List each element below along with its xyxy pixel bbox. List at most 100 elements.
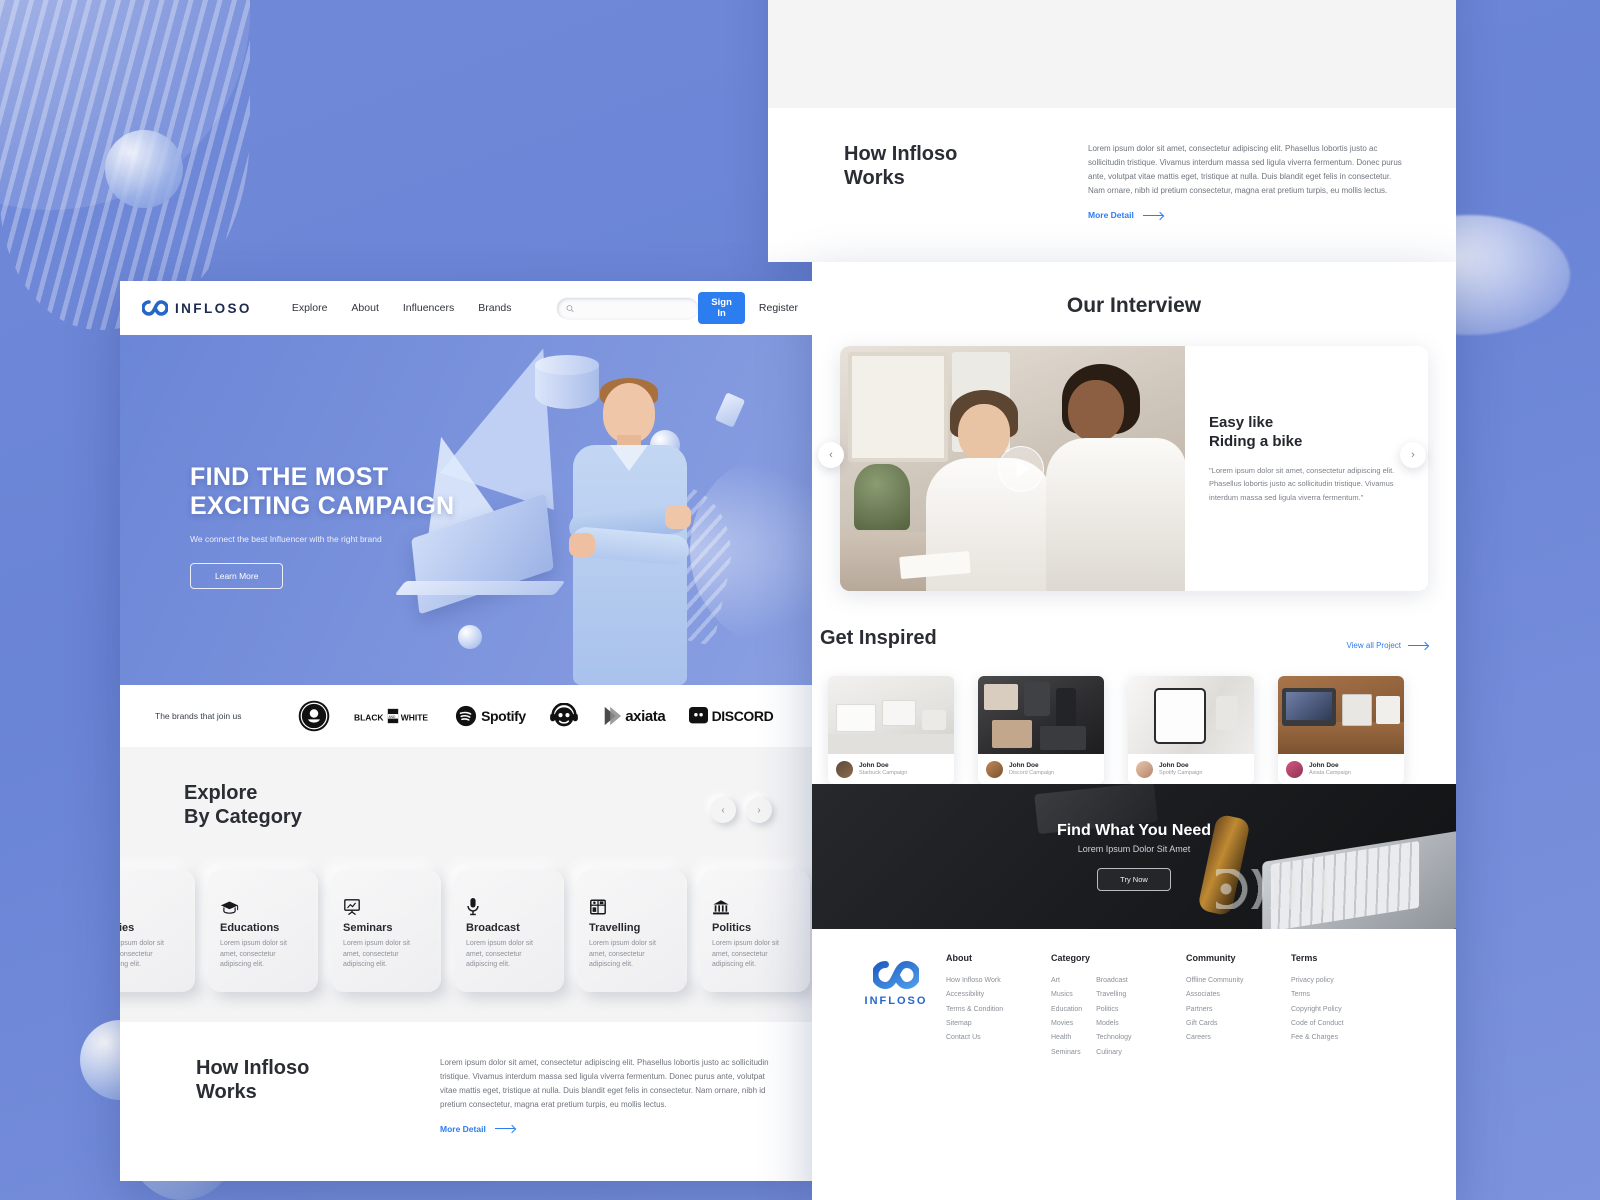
footer-link[interactable]: Seminars — [1051, 1046, 1082, 1060]
logo[interactable]: INFLOSO — [142, 300, 252, 316]
more-detail-link[interactable]: More Detail — [440, 1124, 770, 1134]
footer-link[interactable]: Technology — [1096, 1031, 1131, 1045]
search-icon — [566, 304, 574, 312]
interview-prev-button[interactable]: ‹ — [818, 442, 844, 468]
film-icon — [120, 894, 183, 916]
nav-link-influencers[interactable]: Influencers — [403, 302, 454, 314]
graduation-cap-icon — [220, 894, 306, 916]
how-works-title-line1: How Infloso — [196, 1056, 310, 1079]
presentation-icon — [343, 894, 429, 916]
category-card-description: Lorem ipsum dolor sit amet, consectetur … — [343, 939, 410, 969]
spotify-icon — [455, 705, 477, 727]
project-card[interactable]: John Doe Starbuck Campaign — [828, 676, 954, 784]
footer-link[interactable]: Education — [1051, 1003, 1082, 1017]
panel-right-landing: Our Interview ‹ › Easy like Riding a bik… — [812, 262, 1456, 1200]
footer-link[interactable]: Health — [1051, 1031, 1082, 1045]
footer-link[interactable]: Gift Cards — [1186, 1017, 1281, 1031]
project-thumbnail — [1128, 676, 1254, 754]
footer-link[interactable]: Movies — [1051, 1017, 1082, 1031]
learn-more-button[interactable]: Learn More — [190, 562, 284, 589]
brand-logo-discord: DISCORD — [688, 706, 774, 726]
project-card[interactable]: John Doe Discord Campaign — [978, 676, 1104, 784]
footer-link[interactable]: Partners — [1186, 1003, 1281, 1017]
footer-link[interactable]: Code of Conduct — [1291, 1017, 1381, 1031]
footer-logo[interactable]: INFLOSO — [846, 953, 946, 1060]
sign-in-button[interactable]: Sign In — [698, 292, 745, 324]
cta-prop-beads — [1216, 869, 1336, 909]
how-works-section: How Infloso Works Lorem ipsum dolor sit … — [120, 1021, 820, 1134]
nav-link-brands[interactable]: Brands — [478, 302, 511, 314]
footer-link[interactable]: Accessibility — [946, 988, 1041, 1002]
interview-photo — [840, 346, 1185, 591]
interview-next-button[interactable]: › — [1400, 442, 1426, 468]
footer-link[interactable]: Copyright Policy — [1291, 1003, 1381, 1017]
try-now-button[interactable]: Try Now — [1097, 868, 1171, 891]
view-all-project-link[interactable]: View all Project — [1346, 641, 1428, 650]
project-card[interactable]: John Doe Axiata Campaign — [1278, 676, 1404, 784]
footer-link[interactable]: How Infloso Work — [946, 974, 1041, 988]
footer-link[interactable]: Sitemap — [946, 1017, 1041, 1031]
category-card-row: Movies Lorem ipsum dolor sit amet, consec… — [120, 869, 820, 992]
interview-section: Our Interview ‹ › Easy like Riding a bik… — [812, 262, 1456, 591]
project-campaign: Starbuck Campaign — [859, 770, 908, 776]
category-card-description: Lorem ipsum dolor sit amet, consectetur … — [712, 939, 779, 969]
category-card-travelling[interactable]: Travelling Lorem ipsum dolor sit amet, co… — [577, 869, 687, 992]
project-author: John Doe — [1009, 762, 1039, 769]
svg-text:AND: AND — [388, 715, 396, 719]
footer-logo-text: INFLOSO — [864, 995, 928, 1007]
category-card-politics[interactable]: Politics Lorem ipsum dolor sit amet, cons… — [700, 869, 810, 992]
discord-wordmark: DISCORD — [711, 708, 774, 724]
nav-links: Explore About Influencers Brands — [292, 302, 512, 314]
footer-link[interactable]: Offline Community — [1186, 974, 1281, 988]
category-card-seminars[interactable]: Seminars Lorem ipsum dolor sit amet, cons… — [331, 869, 441, 992]
footer-link[interactable]: Travelling — [1096, 988, 1131, 1002]
more-detail-link-top[interactable]: More Detail — [1088, 210, 1406, 220]
nav-link-explore[interactable]: Explore — [292, 302, 328, 314]
explore-prev-button[interactable]: ‹ — [710, 797, 736, 823]
footer-link[interactable]: Terms — [1291, 988, 1381, 1002]
footer-link[interactable]: Associates — [1186, 988, 1281, 1002]
footer-link[interactable]: Contact Us — [946, 1031, 1041, 1045]
footer-link[interactable]: Fee & Charges — [1291, 1031, 1381, 1045]
black-and-white-icon: BLACK AND WHITE — [354, 708, 428, 724]
footer-link[interactable]: Careers — [1186, 1031, 1281, 1045]
project-thumbnail — [978, 676, 1104, 754]
category-card-title: Politics — [712, 921, 752, 934]
search-input[interactable] — [579, 303, 690, 313]
nav-link-about[interactable]: About — [351, 302, 378, 314]
footer-column-terms: Terms Privacy policy Terms Copyright Polic… — [1291, 953, 1391, 1060]
footer-column-title: About — [946, 953, 972, 963]
spacer — [768, 62, 1456, 108]
footer-link[interactable]: Culinary — [1096, 1046, 1131, 1060]
footer-link-list: How Infloso Work Accessibility Terms & Con… — [946, 974, 1041, 1046]
footer-link[interactable]: Terms & Condition — [946, 1003, 1041, 1017]
map-icon — [589, 894, 675, 916]
panel-main-landing: INFLOSO Explore About Influencers Brands… — [120, 281, 820, 1181]
footer-column-title: Terms — [1291, 953, 1318, 963]
footer-link[interactable]: Politics — [1096, 1003, 1131, 1017]
footer-link[interactable]: Musics — [1051, 988, 1082, 1002]
brand-logo-spotify: Spotify — [455, 705, 526, 727]
footer-link[interactable]: Models — [1096, 1017, 1131, 1031]
category-card-educations[interactable]: Educations Lorem ipsum dolor sit amet, co… — [208, 869, 318, 992]
category-card-description: Lorem ipsum dolor sit amet, consectetur … — [220, 939, 287, 969]
category-card-movies[interactable]: Movies Lorem ipsum dolor sit amet, consec… — [120, 869, 195, 992]
explore-next-button[interactable]: › — [746, 797, 772, 823]
explore-title-line2: By Category — [184, 806, 302, 829]
project-card[interactable]: John Doe Spotify Campaign — [1128, 676, 1254, 784]
footer-link[interactable]: Broadcast — [1096, 974, 1131, 988]
search-box[interactable] — [556, 297, 699, 319]
starbucks-icon — [298, 700, 329, 732]
footer-link[interactable]: Privacy policy — [1291, 974, 1381, 988]
play-button[interactable] — [998, 446, 1044, 492]
footer-link-list: Privacy policy Terms Copyright Policy Code … — [1291, 974, 1381, 1046]
hero-subtitle: We connect the best Influencer with the … — [190, 534, 382, 544]
project-thumbnail — [828, 676, 954, 754]
how-works-title-line2: Works — [844, 167, 905, 189]
register-button[interactable]: Register — [759, 302, 798, 314]
category-card-broadcast[interactable]: Broadcast Lorem ipsum dolor sit amet, con… — [454, 869, 564, 992]
footer-link[interactable]: Art — [1051, 974, 1082, 988]
footer-column-category: Category Art Musics Education Movies Health S… — [1051, 953, 1186, 1060]
how-works-title-top: How Infloso Works — [844, 142, 1054, 220]
hero-person-photo — [555, 378, 705, 685]
